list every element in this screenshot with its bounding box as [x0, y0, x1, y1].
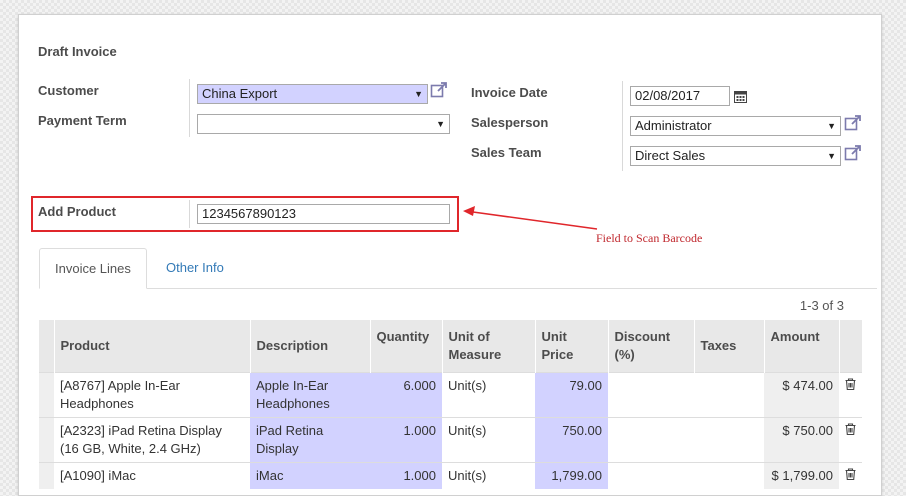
row-handle [39, 417, 54, 463]
header-handle [39, 320, 55, 373]
header-taxes[interactable]: Taxes [694, 320, 765, 373]
cell-description[interactable]: iMac [250, 462, 370, 489]
trash-icon[interactable] [845, 468, 856, 481]
header-discount[interactable]: Discount (%) [608, 320, 695, 373]
delete-row-button[interactable] [839, 372, 862, 418]
table-row[interactable]: [A1090] iMac iMac 1.000 Unit(s) 1,799.00… [39, 462, 862, 489]
customer-value: China Export [202, 86, 278, 101]
cell-unit[interactable]: Unit(s) [442, 417, 535, 463]
invoice-date-input[interactable]: 02/08/2017 [630, 86, 730, 106]
cell-unit-price[interactable]: 750.00 [535, 417, 608, 463]
invoice-form-sheet: Draft Invoice Customer Payment Term Chin… [18, 14, 882, 496]
annotation-arrow-icon [463, 206, 598, 230]
annotation-note: Field to Scan Barcode [596, 231, 703, 245]
tab-invoice-lines[interactable]: Invoice Lines [39, 248, 147, 289]
external-link-icon[interactable] [844, 144, 862, 162]
salesperson-value: Administrator [635, 118, 712, 133]
cell-unit-price[interactable]: 1,799.00 [535, 462, 608, 489]
external-link-icon[interactable] [844, 114, 862, 132]
invoice-date-label: Invoice Date [471, 85, 548, 100]
cell-product[interactable]: [A2323] iPad Retina Display (16 GB, Whit… [54, 417, 250, 463]
salesperson-select[interactable]: Administrator ▼ [630, 116, 841, 136]
cell-quantity[interactable]: 1.000 [370, 417, 442, 463]
salesperson-label: Salesperson [471, 115, 549, 130]
form-title: Draft Invoice [38, 44, 117, 59]
tab-other-info[interactable]: Other Info [151, 248, 239, 288]
chevron-down-icon: ▼ [827, 121, 836, 131]
chevron-down-icon: ▼ [436, 119, 445, 129]
row-handle [39, 462, 54, 489]
pager[interactable]: 1-3 of 3 [800, 298, 844, 313]
cell-product[interactable]: [A8767] Apple In-Ear Headphones [54, 372, 250, 418]
header-unit-price[interactable]: Unit Price [535, 320, 609, 373]
cell-discount[interactable] [608, 417, 694, 463]
trash-icon[interactable] [845, 378, 856, 391]
notebook-tabs: Invoice Lines Other Info [39, 248, 877, 289]
cell-taxes[interactable] [694, 417, 764, 463]
cell-description[interactable]: Apple In-Ear Headphones [250, 372, 370, 418]
cell-amount: $ 1,799.00 [764, 462, 839, 489]
header-amount[interactable]: Amount [764, 320, 840, 373]
cell-taxes[interactable] [694, 462, 764, 489]
cell-discount[interactable] [608, 462, 694, 489]
sales-team-select[interactable]: Direct Sales ▼ [630, 146, 841, 166]
invoice-date-value: 02/08/2017 [635, 88, 701, 103]
row-handle [39, 372, 54, 418]
cell-quantity[interactable]: 6.000 [370, 372, 442, 418]
cell-unit[interactable]: Unit(s) [442, 462, 535, 489]
trash-icon[interactable] [845, 423, 856, 436]
field-separator [189, 79, 190, 137]
table-row[interactable]: [A2323] iPad Retina Display (16 GB, Whit… [39, 417, 862, 463]
header-delete [839, 320, 863, 373]
cell-amount: $ 750.00 [764, 417, 839, 463]
cell-unit-price[interactable]: 79.00 [535, 372, 608, 418]
header-product[interactable]: Product [54, 320, 251, 373]
sales-team-value: Direct Sales [635, 148, 706, 163]
customer-label: Customer [38, 83, 99, 98]
header-description[interactable]: Description [250, 320, 371, 373]
cell-product[interactable]: [A1090] iMac [54, 462, 250, 489]
payment-term-select[interactable]: ▼ [197, 114, 450, 134]
field-separator [622, 81, 623, 171]
cell-unit[interactable]: Unit(s) [442, 372, 535, 418]
delete-row-button[interactable] [839, 462, 862, 489]
cell-amount: $ 474.00 [764, 372, 839, 418]
customer-select[interactable]: China Export ▼ [197, 84, 428, 104]
payment-term-label: Payment Term [38, 113, 127, 128]
header-quantity[interactable]: Quantity [370, 320, 443, 373]
cell-description[interactable]: iPad Retina Display [250, 417, 370, 463]
invoice-lines-table: Product Description Quantity Unit of Mea… [39, 320, 863, 489]
calendar-icon[interactable] [734, 90, 747, 103]
cell-discount[interactable] [608, 372, 694, 418]
highlight-box [31, 196, 459, 232]
sales-team-label: Sales Team [471, 145, 542, 160]
external-link-icon[interactable] [430, 81, 448, 99]
chevron-down-icon: ▼ [827, 151, 836, 161]
chevron-down-icon: ▼ [414, 89, 423, 99]
table-header-row: Product Description Quantity Unit of Mea… [39, 320, 863, 373]
table-row[interactable]: [A8767] Apple In-Ear Headphones Apple In… [39, 372, 862, 418]
cell-taxes[interactable] [694, 372, 764, 418]
cell-quantity[interactable]: 1.000 [370, 462, 442, 489]
header-unit[interactable]: Unit of Measure [442, 320, 536, 373]
delete-row-button[interactable] [839, 417, 862, 463]
